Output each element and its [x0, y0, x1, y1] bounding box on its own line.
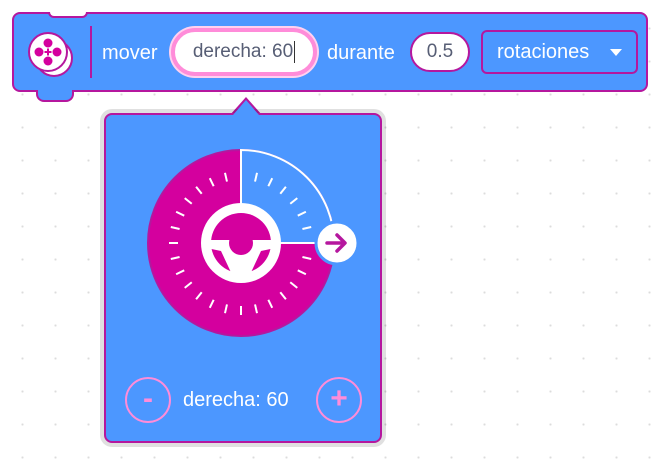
block-notch: [48, 12, 88, 18]
increase-steer-button[interactable]: +: [316, 377, 362, 423]
unit-dropdown[interactable]: rotaciones: [481, 30, 638, 74]
unit-dropdown-value: rotaciones: [497, 41, 590, 63]
panel-pointer-fill: [233, 100, 259, 115]
steer-dial-panel: - derecha: 60 +: [104, 113, 382, 443]
steer-readout: derecha: 60: [183, 389, 289, 411]
dial-handle[interactable]: [314, 220, 360, 266]
steering-wheel-icon: [201, 203, 281, 283]
move-label: mover: [102, 42, 158, 64]
duration-input[interactable]: 0.5: [410, 32, 470, 72]
move-block[interactable]: mover derecha: 60 durante 0.5 rotaciones: [12, 12, 648, 102]
block-tab: [36, 90, 74, 102]
decrease-steer-button[interactable]: -: [125, 377, 171, 423]
duration-input-value: 0.5: [426, 41, 454, 62]
steer-input-value: derecha: 60: [192, 41, 294, 62]
steer-input[interactable]: derecha: 60: [171, 28, 317, 76]
during-label: durante: [327, 42, 395, 64]
move-extension-icon: [28, 32, 73, 77]
block-separator: [90, 26, 92, 78]
text-caret: [294, 40, 296, 63]
dropdown-arrow-icon: [610, 49, 622, 56]
steering-dial[interactable]: [141, 143, 371, 343]
